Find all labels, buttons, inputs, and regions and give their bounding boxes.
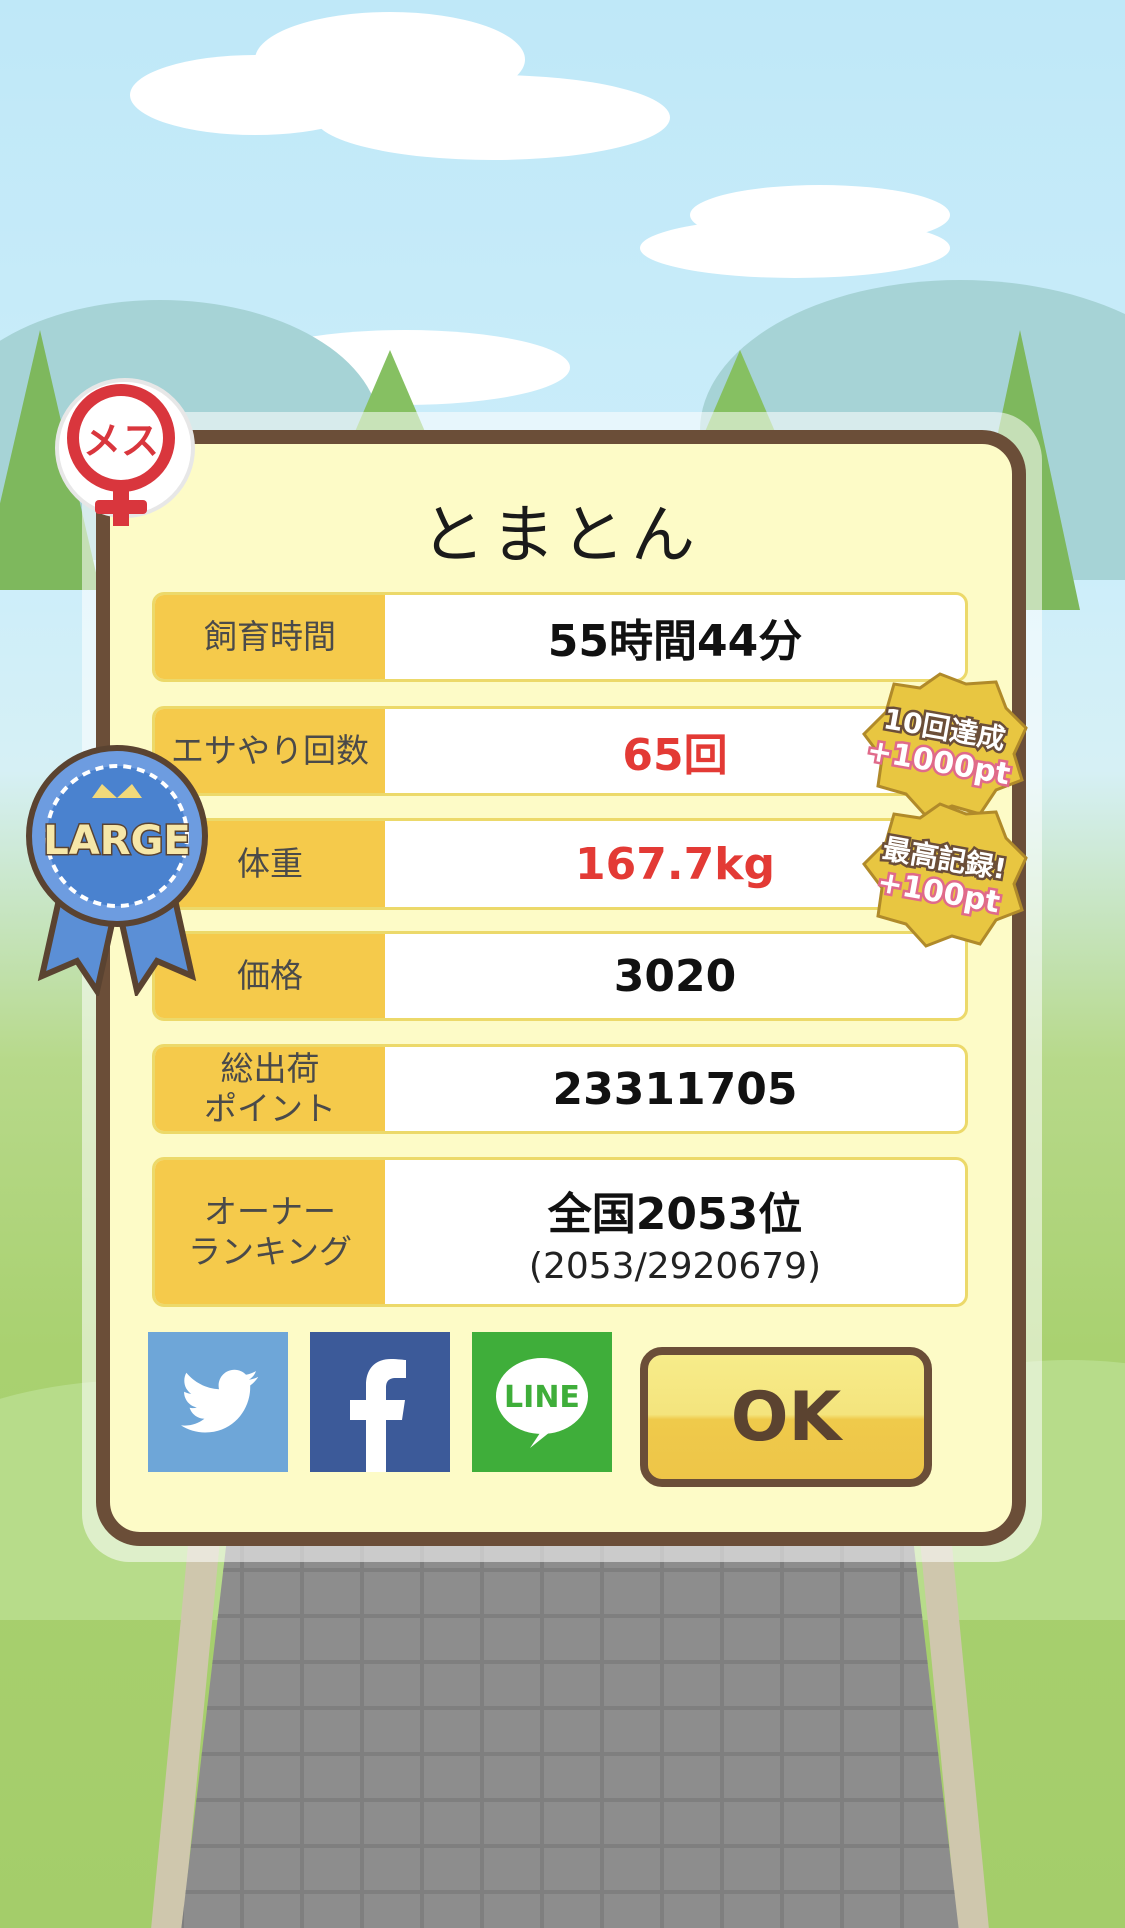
line-icon: LINE	[496, 1358, 588, 1448]
cobblestone-road	[180, 1540, 960, 1928]
stat-row: 価格 3020	[152, 931, 968, 1021]
stat-value: 167.7kg	[575, 838, 775, 890]
stat-row: 飼育時間 55時間44分	[152, 592, 968, 682]
stat-row: 総出荷 ポイント 23311705	[152, 1044, 968, 1134]
gender-label: メス	[83, 419, 159, 463]
cloud	[690, 185, 950, 245]
twitter-share-button[interactable]	[148, 1332, 288, 1472]
stat-value: 55時間44分	[547, 616, 803, 667]
pet-name: とまとん	[421, 499, 701, 573]
size-label: LARGE	[43, 818, 190, 864]
achievement-seals: 10回達成 +1000pt 最高記録! +100pt	[850, 668, 1030, 948]
line-share-button[interactable]: LINE	[472, 1332, 612, 1472]
stat-row: 体重 167.7kg	[152, 818, 968, 910]
female-symbol-icon: メス	[67, 384, 175, 526]
large-size-ribbon: LARGE	[22, 736, 212, 999]
stat-row: オーナー ランキング 全国2053位 (2053/2920679)	[152, 1157, 968, 1307]
stat-value-container: 55時間44分	[385, 595, 965, 679]
facebook-share-button[interactable]	[310, 1332, 450, 1472]
stat-value: 全国2053位	[547, 1188, 803, 1240]
achievement-seal-stack: 10回達成 +1000pt 最高記録! +100pt	[862, 672, 1028, 948]
stat-label: 総出荷 ポイント	[155, 1047, 385, 1131]
ok-button[interactable]: OK	[640, 1347, 932, 1487]
stat-value: 65回	[622, 730, 728, 781]
stat-row: エサやり回数 65回	[152, 706, 968, 796]
ribbon-icon: LARGE	[26, 745, 208, 999]
female-badge: メス	[55, 378, 195, 526]
twitter-bird-icon	[181, 1369, 258, 1433]
line-label: LINE	[504, 1380, 580, 1415]
stat-label: 飼育時間	[155, 595, 385, 679]
facebook-f-icon	[350, 1359, 406, 1472]
stat-label: オーナー ランキング	[155, 1160, 385, 1304]
stat-value: 23311705	[552, 1063, 798, 1115]
stat-value: 3020	[613, 950, 737, 1002]
stat-value-container: 全国2053位 (2053/2920679)	[385, 1160, 965, 1304]
stat-subvalue: (2053/2920679)	[528, 1245, 822, 1287]
cloud	[315, 75, 670, 160]
stat-value-container: 23311705	[385, 1047, 965, 1131]
